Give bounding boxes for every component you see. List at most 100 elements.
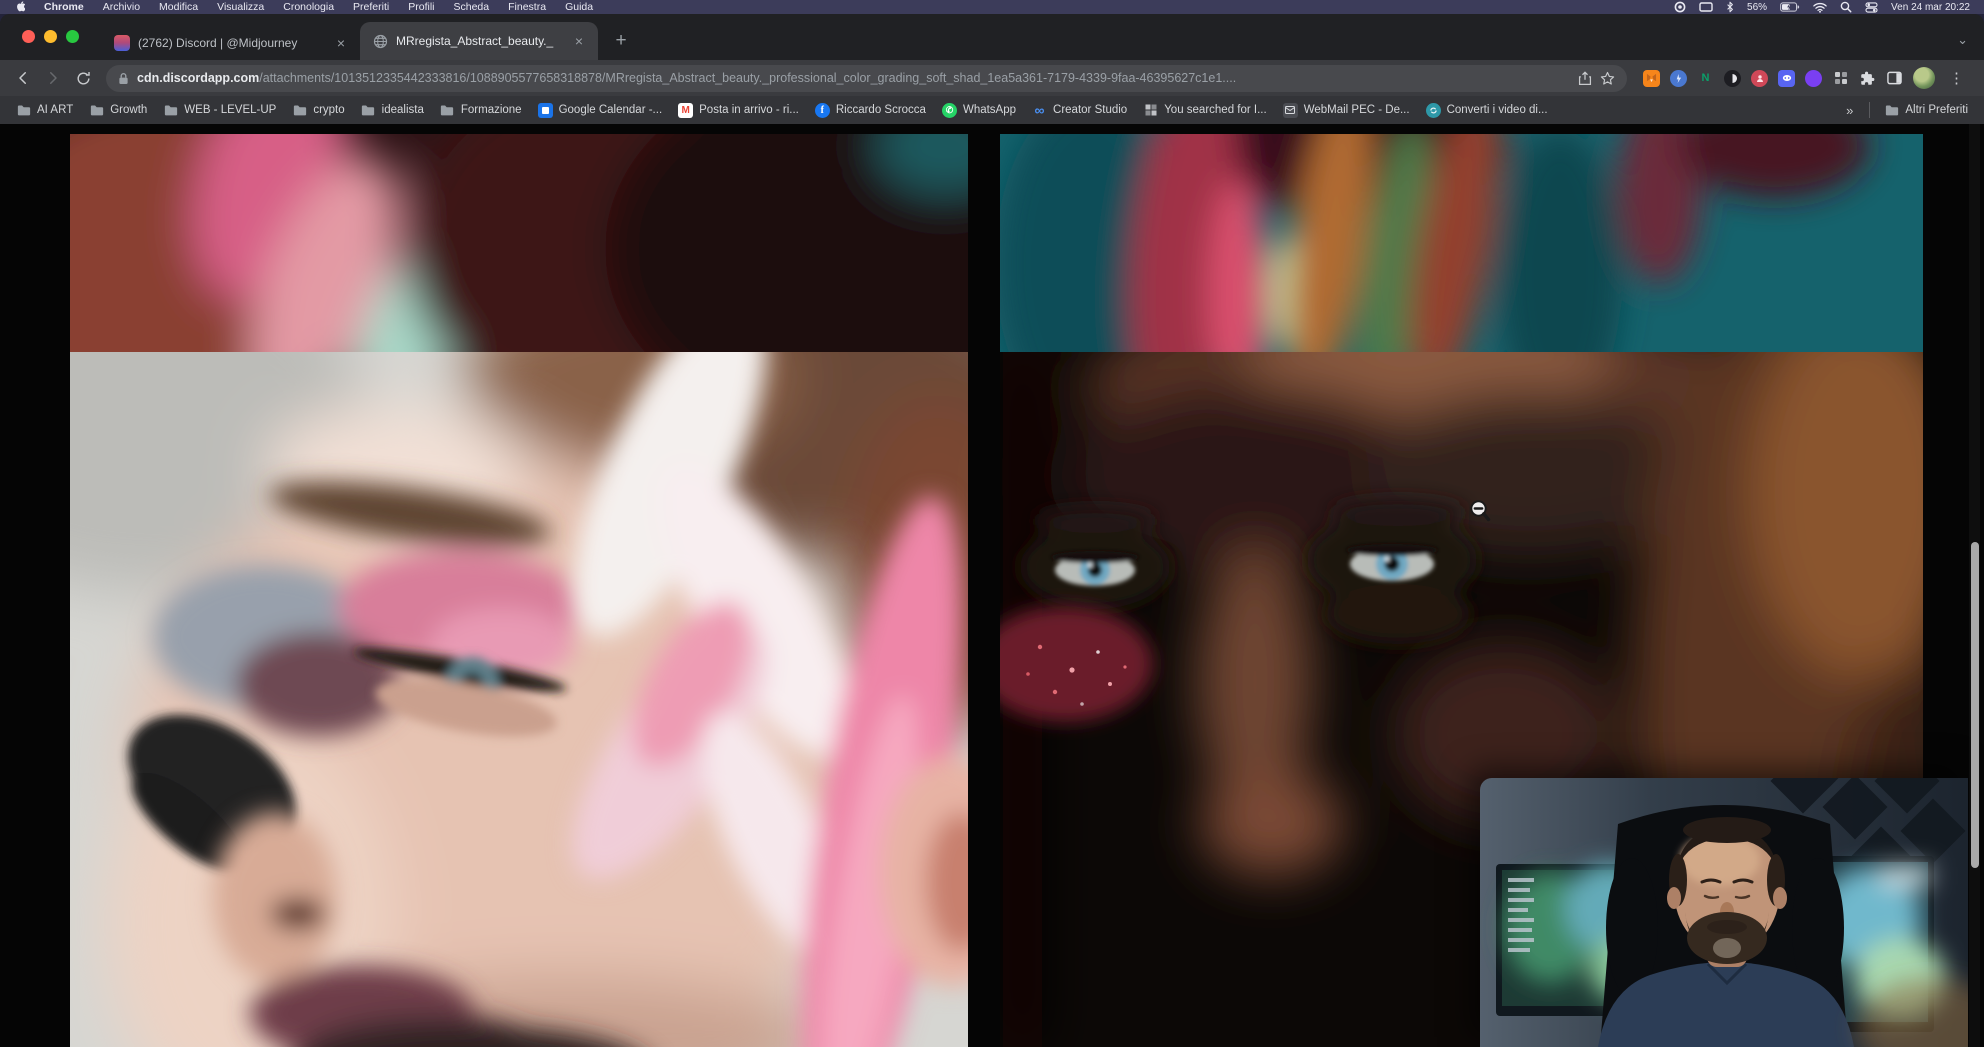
menu-item-visualizza[interactable]: Visualizza — [217, 1, 264, 13]
discord-favicon-icon — [114, 35, 130, 51]
tab-strip: (2762) Discord | @Midjourney × MRregista… — [0, 14, 1984, 60]
menu-item-chrome[interactable]: Chrome — [44, 1, 84, 13]
menu-status-area: 56% Ven 24 mar 20:22 — [1674, 1, 1970, 13]
macos-menu-bar: Chrome Archivio Modifica Visualizza Cron… — [0, 0, 1984, 14]
folder-icon — [292, 103, 307, 118]
tab-search-chevron-icon[interactable]: ⌄ — [1957, 32, 1968, 48]
tab-image-active[interactable]: MRregista_Abstract_beauty._ × — [360, 22, 598, 60]
grid-image-top-right[interactable] — [1000, 134, 1923, 352]
battery-percent: 56% — [1747, 2, 1767, 13]
indigo-extension-icon[interactable] — [1778, 70, 1795, 87]
blue-extension-icon[interactable] — [1670, 70, 1687, 87]
zoom-window-button[interactable] — [66, 30, 79, 43]
bookmark-label: You searched for I... — [1164, 104, 1267, 116]
new-tab-button[interactable]: + — [608, 28, 634, 54]
menu-item-preferiti[interactable]: Preferiti — [353, 1, 389, 13]
spotlight-search-icon[interactable] — [1840, 1, 1852, 13]
whatsapp-icon: ✆ — [942, 103, 957, 118]
menu-item-scheda[interactable]: Scheda — [454, 1, 490, 13]
reload-icon[interactable] — [70, 65, 96, 91]
bookmark-item[interactable]: ∞ Creator Studio — [1024, 100, 1135, 121]
folder-icon — [16, 103, 31, 118]
browser-menu-kebab-icon[interactable]: ⋮ — [1945, 69, 1968, 87]
bookmark-label: Creator Studio — [1053, 104, 1127, 116]
bookmark-label: Riccardo Scrocca — [836, 104, 926, 116]
dark-extension-icon[interactable] — [1724, 70, 1741, 87]
bookmark-item[interactable]: Formazione — [432, 100, 530, 121]
bookmark-label: Google Calendar -... — [559, 104, 663, 116]
bookmark-label: WEB - LEVEL-UP — [184, 104, 276, 116]
bookmark-label: WhatsApp — [963, 104, 1016, 116]
bookmark-label: Formazione — [461, 104, 522, 116]
scrollbar-thumb[interactable] — [1971, 542, 1979, 868]
menu-item-guida[interactable]: Guida — [565, 1, 593, 13]
control-center-icon[interactable] — [1865, 2, 1878, 13]
minimize-window-button[interactable] — [44, 30, 57, 43]
tab-close-icon[interactable]: × — [334, 35, 348, 51]
forward-icon[interactable] — [40, 65, 66, 91]
menu-item-profili[interactable]: Profili — [408, 1, 434, 13]
side-panel-icon[interactable] — [1886, 70, 1903, 87]
bookmarks-overflow-icon[interactable]: » — [1836, 103, 1863, 118]
menu-items: Chrome Archivio Modifica Visualizza Cron… — [14, 1, 593, 14]
bookmark-item[interactable]: WEB - LEVEL-UP — [155, 100, 284, 121]
globe-favicon-icon — [372, 33, 388, 49]
bookmark-item[interactable]: You searched for I... — [1135, 100, 1275, 121]
google-calendar-icon — [538, 103, 553, 118]
folder-icon — [163, 103, 178, 118]
tab-discord[interactable]: (2762) Discord | @Midjourney × — [102, 26, 360, 60]
other-bookmarks-folder[interactable]: Altri Preferiti — [1876, 100, 1976, 121]
menu-item-finestra[interactable]: Finestra — [508, 1, 546, 13]
lock-icon[interactable] — [118, 72, 129, 85]
bluetooth-icon[interactable] — [1726, 1, 1734, 13]
image-viewer — [0, 124, 1984, 1047]
bookmark-item[interactable]: M Posta in arrivo - ri... — [670, 100, 807, 121]
screen-record-icon[interactable] — [1674, 1, 1686, 13]
bookmark-label: Growth — [110, 104, 147, 116]
menu-clock[interactable]: Ven 24 mar 20:22 — [1891, 2, 1970, 13]
display-mirroring-icon[interactable] — [1699, 2, 1713, 13]
battery-icon[interactable] — [1780, 2, 1800, 12]
menu-item-archivio[interactable]: Archivio — [103, 1, 140, 13]
bookmark-label: idealista — [382, 104, 424, 116]
bookmark-item[interactable]: Growth — [81, 100, 155, 121]
share-icon[interactable] — [1578, 71, 1592, 86]
toolbar: cdn.discordapp.com/attachments/101351233… — [0, 60, 1984, 96]
tab-title: MRregista_Abstract_beauty._ — [396, 34, 564, 48]
grid-image-top-left[interactable] — [70, 134, 968, 352]
back-icon[interactable] — [10, 65, 36, 91]
window-controls — [22, 30, 79, 43]
bookmark-item[interactable]: f Riccardo Scrocca — [807, 100, 934, 121]
apple-icon[interactable] — [14, 1, 25, 14]
bookmark-item[interactable]: idealista — [353, 100, 432, 121]
other-bookmarks-label: Altri Preferiti — [1905, 104, 1968, 116]
grid-image-bottom-left[interactable] — [70, 352, 968, 1047]
webcam-overlay — [1480, 778, 1968, 1047]
gmail-icon: M — [678, 103, 693, 118]
address-bar[interactable]: cdn.discordapp.com/attachments/101351233… — [106, 65, 1627, 92]
menu-item-cronologia[interactable]: Cronologia — [283, 1, 334, 13]
url-domain: cdn.discordapp.com — [137, 71, 259, 85]
bookmark-label: crypto — [313, 104, 344, 116]
folder-icon — [1884, 103, 1899, 118]
tab-grid-icon[interactable] — [1832, 70, 1849, 87]
profile-avatar[interactable] — [1913, 67, 1935, 89]
metamask-extension-icon[interactable] — [1643, 70, 1660, 87]
green-n-extension-icon[interactable]: N — [1697, 70, 1714, 87]
close-window-button[interactable] — [22, 30, 35, 43]
extensions-area: N — [1637, 67, 1974, 89]
red-extension-icon[interactable] — [1751, 70, 1768, 87]
tab-close-icon[interactable]: × — [572, 33, 586, 49]
bookmark-item[interactable]: Google Calendar -... — [530, 100, 671, 121]
purple-extension-icon[interactable] — [1805, 70, 1822, 87]
bookmark-item[interactable]: AI ART — [8, 100, 81, 121]
bookmark-item[interactable]: crypto — [284, 100, 352, 121]
extensions-puzzle-icon[interactable] — [1859, 70, 1876, 87]
tabs: (2762) Discord | @Midjourney × MRregista… — [102, 22, 634, 60]
bookmark-item[interactable]: Converti i video di... — [1418, 100, 1556, 121]
bookmark-star-icon[interactable] — [1600, 71, 1615, 86]
bookmark-item[interactable]: ✆ WhatsApp — [934, 100, 1024, 121]
menu-item-modifica[interactable]: Modifica — [159, 1, 198, 13]
wifi-icon[interactable] — [1813, 2, 1827, 13]
bookmark-item[interactable]: WebMail PEC - De... — [1275, 100, 1418, 121]
